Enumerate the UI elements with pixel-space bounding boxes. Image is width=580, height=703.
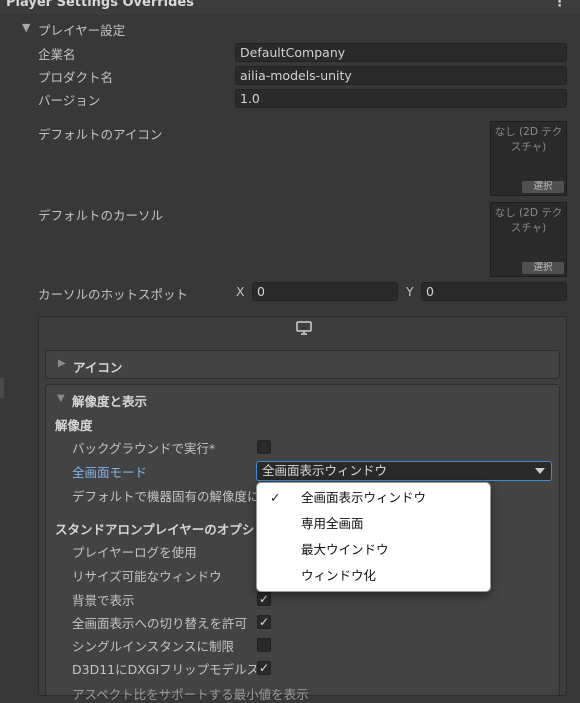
hotspot-x-field[interactable]: 0 xyxy=(252,282,398,301)
default-icon-texture-field[interactable]: なし (2D テクスチャ) 選択 xyxy=(490,121,567,196)
hotspot-y-field[interactable]: 0 xyxy=(421,282,567,301)
default-cursor-select-button[interactable]: 選択 xyxy=(522,262,564,274)
allow-fullscreen-switch-checkbox[interactable]: ✓ xyxy=(257,615,271,629)
resizable-window-label: リサイズ可能なウィンドウ xyxy=(72,569,222,584)
default-cursor-texture-field[interactable]: なし (2D テクスチャ) 選択 xyxy=(490,202,567,277)
fullscreen-mode-popup: ✓ 全画面表示ウィンドウ 専用全画面 最大ウインドウ ウィンドウ化 xyxy=(256,482,491,592)
default-cursor-label: デフォルトのカーソル xyxy=(38,208,164,223)
player-settings-foldout[interactable]: プレイヤー設定 xyxy=(38,20,125,39)
hotspot-y-label[interactable]: Y xyxy=(406,284,414,299)
product-name-label: プロダクト名 xyxy=(38,70,114,85)
dxgi-flip-model-checkbox[interactable]: ✓ xyxy=(257,661,271,675)
visible-in-background-checkbox[interactable]: ✓ xyxy=(257,592,271,606)
option-exclusive-fullscreen[interactable]: 専用全画面 xyxy=(257,511,490,537)
expanded-arrow-icon[interactable]: ▼ xyxy=(57,393,65,404)
cursor-hotspot-label: カーソルのホットスポット xyxy=(38,287,189,302)
use-player-log-label: プレイヤーログを使用 xyxy=(72,545,197,560)
dxgi-flip-model-label: D3D11にDXGIフリップモデルスワップ xyxy=(72,662,256,677)
fullscreen-mode-label: 全画面モード xyxy=(72,465,148,480)
option-maximized-window[interactable]: 最大ウインドウ xyxy=(257,537,490,563)
inspector-header: Player Settings Overrides ⋮ xyxy=(0,0,580,14)
default-native-resolution-label: デフォルトで機器固有の解像度に xyxy=(72,489,258,504)
monitor-icon[interactable] xyxy=(295,320,313,336)
run-in-background-checkbox[interactable] xyxy=(257,440,271,454)
fullscreen-mode-dropdown[interactable]: 全画面表示ウィンドウ xyxy=(256,461,552,481)
foldout-arrow-icon[interactable]: ▼ xyxy=(22,21,30,34)
resolution-subheading: 解像度 xyxy=(55,418,93,433)
option-windowed[interactable]: ウィンドウ化 xyxy=(257,563,490,589)
icon-section-foldout[interactable]: ▶ アイコン xyxy=(45,350,560,379)
company-name-label: 企業名 xyxy=(38,47,76,62)
dropdown-caret-icon xyxy=(535,468,545,474)
default-cursor-placeholder: なし (2D テクスチャ) xyxy=(494,207,563,234)
version-label: バージョン xyxy=(38,93,101,108)
default-icon-select-button[interactable]: 選択 xyxy=(522,181,564,193)
standalone-options-subheading: スタンドアロンプレイヤーのオプション xyxy=(55,522,255,537)
resolution-section-label[interactable]: 解像度と表示 xyxy=(72,391,147,410)
default-icon-placeholder: なし (2D テクスチャ) xyxy=(494,126,563,153)
product-name-field[interactable]: ailia-models-unity xyxy=(235,66,567,85)
allow-fullscreen-switch-label: 全画面表示への切り替えを許可 xyxy=(72,616,248,631)
force-single-instance-label: シングルインスタンスに制限 xyxy=(72,639,235,654)
company-name-field[interactable]: DefaultCompany xyxy=(235,43,567,62)
collapsed-arrow-icon: ▶ xyxy=(58,358,66,369)
force-single-instance-checkbox[interactable] xyxy=(257,638,271,652)
default-icon-label: デフォルトのアイコン xyxy=(38,127,163,142)
selected-check-icon: ✓ xyxy=(270,490,281,505)
visible-in-background-label: 背景で表示 xyxy=(72,593,135,608)
bottom-cutoff-label: アスペクト比をサポートする最小値を表示 xyxy=(72,687,309,702)
version-field[interactable]: 1.0 xyxy=(235,89,567,108)
icon-section-label: アイコン xyxy=(73,360,123,375)
fullscreen-mode-value: 全画面表示ウィンドウ xyxy=(262,463,388,478)
option-fullscreen-window[interactable]: ✓ 全画面表示ウィンドウ xyxy=(257,485,490,511)
kebab-menu-icon[interactable]: ⋮ xyxy=(553,0,566,10)
sidebar-edge xyxy=(0,378,4,398)
hotspot-x-label[interactable]: X xyxy=(236,284,245,299)
header-title: Player Settings Overrides xyxy=(6,0,194,10)
run-in-background-label: バックグラウンドで実行* xyxy=(72,441,216,456)
